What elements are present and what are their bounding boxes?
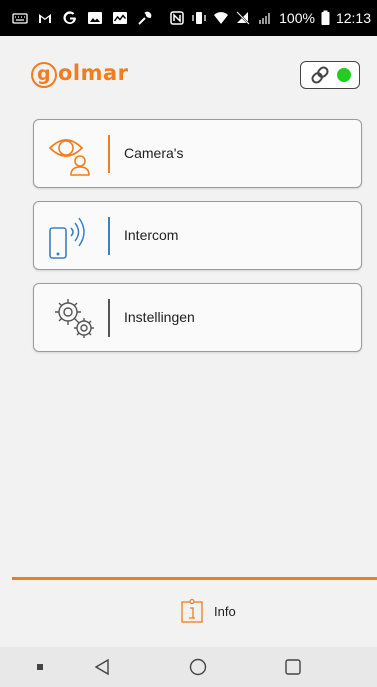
- no-signal-icon: [235, 10, 251, 26]
- battery-percent: 100%: [279, 10, 315, 26]
- clock: 12:13: [335, 10, 371, 26]
- battery-icon: [321, 10, 330, 26]
- vibrate-icon: [191, 10, 207, 26]
- golmar-logo: g olmar: [31, 60, 129, 88]
- footer-divider: [12, 577, 377, 580]
- connection-status-button[interactable]: [300, 61, 360, 89]
- connection-indicator: [336, 68, 351, 82]
- recents-icon[interactable]: [283, 647, 303, 687]
- gallery-icon: [87, 10, 103, 26]
- card-divider: [108, 135, 110, 173]
- back-icon[interactable]: [92, 647, 112, 687]
- keyboard-icon: [12, 10, 28, 26]
- home-icon[interactable]: [188, 647, 208, 687]
- nfc-icon: [169, 10, 185, 26]
- phone-signal-icon: [44, 210, 106, 262]
- info-label: Info: [214, 603, 236, 619]
- link-icon: [310, 66, 330, 84]
- menu-item-intercom[interactable]: Intercom: [33, 201, 362, 270]
- menu-item-label: Intercom: [124, 227, 179, 243]
- wrench-icon: [137, 10, 153, 26]
- system-navigation-bar: [0, 647, 377, 687]
- gears-icon: [44, 292, 106, 344]
- status-bar: 100% 12:13: [0, 0, 377, 36]
- card-divider: [108, 299, 110, 337]
- signal-icon: [257, 10, 273, 26]
- info-button[interactable]: Info: [181, 597, 236, 625]
- card-divider: [108, 217, 110, 255]
- menu-item-label: Camera's: [124, 145, 184, 161]
- activity-icon: [112, 10, 128, 26]
- gmail-icon: [37, 10, 53, 26]
- wifi-icon: [213, 10, 229, 26]
- menu-item-label: Instellingen: [124, 309, 195, 325]
- notification-icons: [12, 0, 153, 36]
- menu-item-settings[interactable]: Instellingen: [33, 283, 362, 352]
- info-icon: [181, 599, 203, 623]
- system-status: 100% 12:13: [169, 0, 371, 36]
- camera-eye-user-icon: [44, 128, 106, 180]
- menu-dot-icon[interactable]: [30, 647, 50, 687]
- menu-item-cameras[interactable]: Camera's: [33, 119, 362, 188]
- google-icon: [62, 10, 78, 26]
